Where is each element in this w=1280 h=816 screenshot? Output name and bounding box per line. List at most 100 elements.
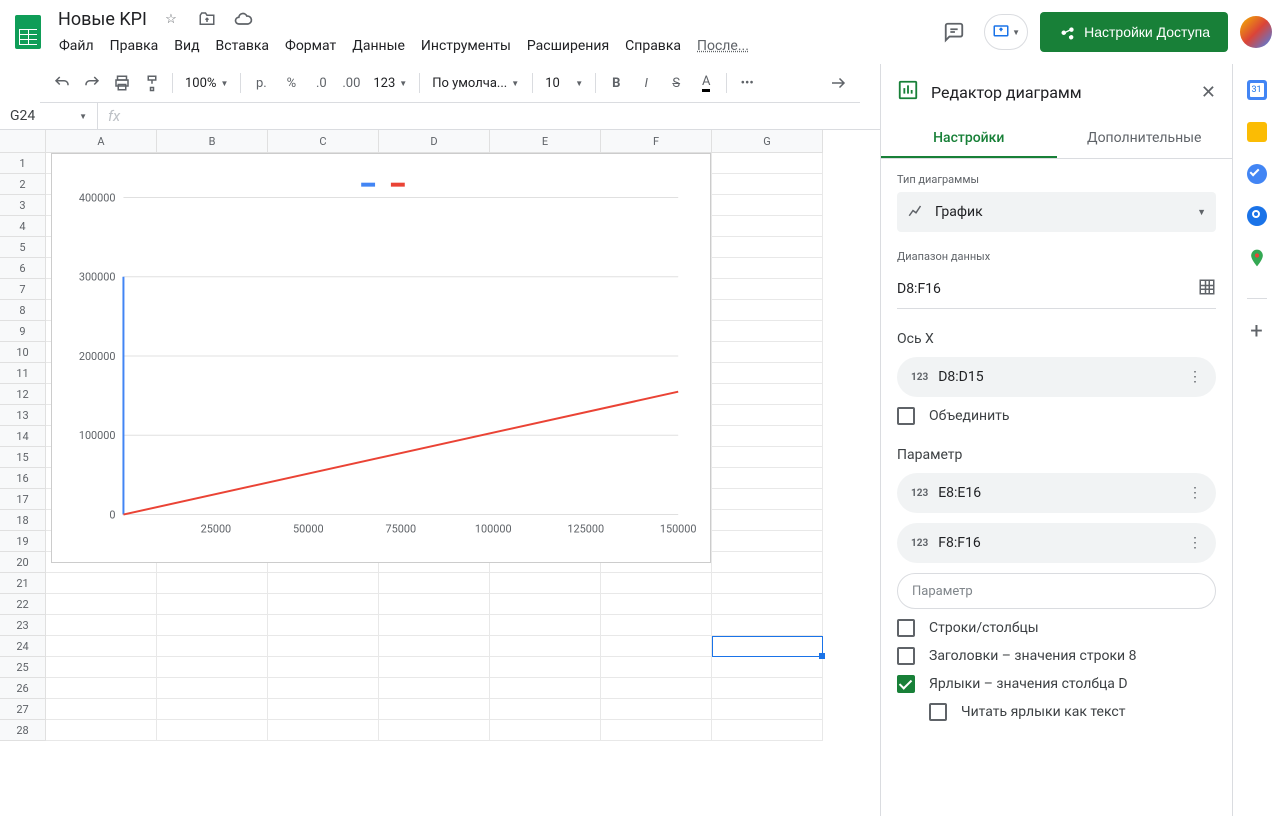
row-header[interactable]: 19 bbox=[0, 531, 46, 552]
menu-insert[interactable]: Вставка bbox=[209, 34, 276, 58]
series-chip-1[interactable]: 123E8:E16⋮ bbox=[897, 473, 1216, 513]
more-icon[interactable]: ⋮ bbox=[1188, 369, 1202, 385]
row-header[interactable]: 22 bbox=[0, 594, 46, 615]
menu-tools[interactable]: Инструменты bbox=[414, 34, 518, 58]
undo-button[interactable] bbox=[48, 69, 76, 97]
name-box[interactable]: G24▼ bbox=[0, 103, 98, 129]
menu-extensions[interactable]: Расширения bbox=[520, 34, 616, 58]
row-header[interactable]: 26 bbox=[0, 678, 46, 699]
tab-customize[interactable]: Дополнительные bbox=[1057, 120, 1233, 158]
menu-view[interactable]: Вид bbox=[167, 34, 206, 58]
zoom-select[interactable]: 100%▼ bbox=[179, 69, 234, 97]
percent-button[interactable]: % bbox=[277, 69, 305, 97]
row-header[interactable]: 10 bbox=[0, 342, 46, 363]
font-size-select[interactable]: 10▼ bbox=[539, 69, 589, 97]
row-header[interactable]: 9 bbox=[0, 321, 46, 342]
redo-button[interactable] bbox=[78, 69, 106, 97]
menu-format[interactable]: Формат bbox=[278, 34, 343, 58]
embedded-chart[interactable]: 0100000200000300000400000250005000075000… bbox=[51, 153, 711, 563]
chart-type-select[interactable]: График ▼ bbox=[897, 192, 1216, 232]
treat-labels-as-text-checkbox[interactable]: Читать ярлыки как текст bbox=[929, 703, 1216, 721]
switch-rows-cols-checkbox[interactable]: Строки/столбцы bbox=[897, 619, 1216, 637]
paint-format-button[interactable] bbox=[138, 69, 166, 97]
col-header[interactable]: F bbox=[601, 130, 712, 153]
aggregate-checkbox[interactable]: Объединить bbox=[897, 407, 1216, 425]
add-series-button[interactable]: Параметр bbox=[897, 573, 1216, 609]
row-header[interactable]: 23 bbox=[0, 615, 46, 636]
move-icon[interactable] bbox=[195, 7, 219, 31]
row-header[interactable]: 7 bbox=[0, 279, 46, 300]
series-chip-2[interactable]: 123F8:F16⋮ bbox=[897, 523, 1216, 563]
more-icon[interactable]: ⋮ bbox=[1188, 485, 1202, 501]
row-header[interactable]: 16 bbox=[0, 468, 46, 489]
col-header[interactable]: C bbox=[268, 130, 379, 153]
italic-button[interactable]: I bbox=[632, 69, 660, 97]
print-button[interactable] bbox=[108, 69, 136, 97]
cloud-icon[interactable] bbox=[231, 7, 255, 31]
col-header[interactable]: E bbox=[490, 130, 601, 153]
tab-setup[interactable]: Настройки bbox=[881, 120, 1057, 158]
star-icon[interactable]: ☆ bbox=[159, 7, 183, 31]
row-header[interactable]: 8 bbox=[0, 300, 46, 321]
menu-data[interactable]: Данные bbox=[345, 34, 412, 58]
more-toolbar-button[interactable]: ••• bbox=[733, 69, 761, 97]
maps-icon[interactable] bbox=[1247, 248, 1267, 268]
collapse-toolbar-button[interactable] bbox=[824, 69, 852, 97]
sheets-logo[interactable] bbox=[8, 12, 48, 52]
select-all-corner[interactable] bbox=[0, 130, 46, 153]
row-header[interactable]: 21 bbox=[0, 573, 46, 594]
col-header[interactable]: A bbox=[46, 130, 157, 153]
row-header[interactable]: 1 bbox=[0, 153, 46, 174]
grid-select-icon[interactable] bbox=[1198, 278, 1216, 300]
close-panel-button[interactable]: ✕ bbox=[1201, 82, 1216, 103]
comments-icon[interactable] bbox=[942, 20, 966, 44]
row-header[interactable]: 11 bbox=[0, 363, 46, 384]
row-header[interactable]: 15 bbox=[0, 447, 46, 468]
col-header[interactable]: D bbox=[379, 130, 490, 153]
row-header[interactable]: 14 bbox=[0, 426, 46, 447]
share-button[interactable]: Настройки Доступа bbox=[1040, 12, 1228, 52]
row-header[interactable]: 5 bbox=[0, 237, 46, 258]
row-header[interactable]: 17 bbox=[0, 489, 46, 510]
increase-decimal-button[interactable]: .00 bbox=[337, 69, 365, 97]
data-range-input[interactable]: D8:F16 bbox=[897, 269, 1216, 309]
account-avatar[interactable] bbox=[1240, 16, 1272, 48]
calendar-icon[interactable]: 31 bbox=[1247, 80, 1267, 100]
contacts-icon[interactable] bbox=[1247, 206, 1267, 226]
labels-checkbox[interactable]: Ярлыки – значения столбца D bbox=[897, 675, 1216, 693]
present-button[interactable]: ▼ bbox=[984, 14, 1028, 50]
more-formats-button[interactable]: 123▼ bbox=[367, 69, 413, 97]
row-header[interactable]: 12 bbox=[0, 384, 46, 405]
currency-button[interactable]: р. bbox=[247, 69, 275, 97]
decrease-decimal-button[interactable]: .0 bbox=[307, 69, 335, 97]
menu-last-edit[interactable]: После... bbox=[690, 34, 756, 58]
col-header[interactable]: G bbox=[712, 130, 823, 153]
text-color-button[interactable]: A bbox=[692, 69, 720, 97]
col-header[interactable]: B bbox=[157, 130, 268, 153]
row-header[interactable]: 24 bbox=[0, 636, 46, 657]
row-header[interactable]: 25 bbox=[0, 657, 46, 678]
add-addon-button[interactable]: + bbox=[1247, 321, 1267, 341]
menu-help[interactable]: Справка bbox=[618, 34, 688, 58]
menu-file[interactable]: Файл bbox=[52, 34, 101, 58]
xaxis-chip[interactable]: 123D8:D15⋮ bbox=[897, 357, 1216, 397]
row-header[interactable]: 6 bbox=[0, 258, 46, 279]
row-header[interactable]: 4 bbox=[0, 216, 46, 237]
row-header[interactable]: 28 bbox=[0, 720, 46, 741]
strikethrough-button[interactable]: S bbox=[662, 69, 690, 97]
tasks-icon[interactable] bbox=[1247, 164, 1267, 184]
headers-checkbox[interactable]: Заголовки – значения строки 8 bbox=[897, 647, 1216, 665]
menu-edit[interactable]: Правка bbox=[103, 34, 166, 58]
row-header[interactable]: 13 bbox=[0, 405, 46, 426]
svg-text:100000: 100000 bbox=[475, 522, 512, 535]
font-select[interactable]: По умолча...▼ bbox=[426, 69, 526, 97]
row-header[interactable]: 27 bbox=[0, 699, 46, 720]
keep-icon[interactable] bbox=[1247, 122, 1267, 142]
more-icon[interactable]: ⋮ bbox=[1188, 535, 1202, 551]
row-header[interactable]: 2 bbox=[0, 174, 46, 195]
row-header[interactable]: 20 bbox=[0, 552, 46, 573]
doc-title[interactable]: Новые KPI bbox=[52, 7, 153, 32]
row-header[interactable]: 3 bbox=[0, 195, 46, 216]
bold-button[interactable]: B bbox=[602, 69, 630, 97]
row-header[interactable]: 18 bbox=[0, 510, 46, 531]
